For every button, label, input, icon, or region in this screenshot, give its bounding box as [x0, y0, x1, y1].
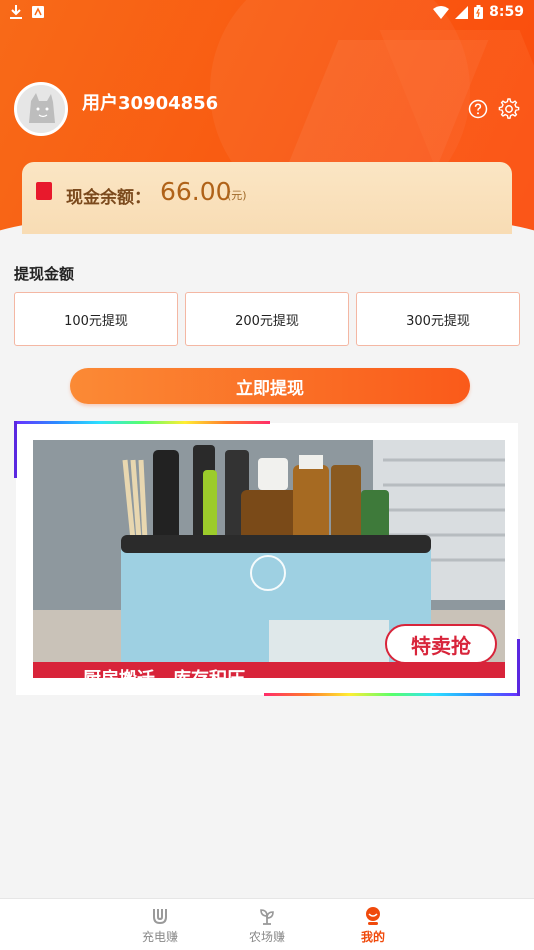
ad-border-decoration — [517, 639, 520, 696]
balance-unit: (元) — [227, 189, 247, 202]
sprout-icon — [260, 908, 274, 925]
withdraw-option-label: 100元提现 — [64, 313, 128, 329]
nav-item-label: 农场赚 — [248, 929, 285, 944]
avatar-cat-icon — [17, 85, 65, 133]
withdraw-title: 提现金额 — [14, 265, 75, 283]
balance-card: 现金余额： 66.00 (元) — [22, 162, 512, 234]
withdraw-option-label: 300元提现 — [406, 313, 470, 329]
notification-icon — [32, 6, 44, 18]
ad-image[interactable]: 特卖抢 厨房搬迁，库存积压 — [33, 440, 505, 678]
nav-item-farm-earn[interactable]: 农场赚 — [227, 899, 307, 950]
help-icon[interactable] — [468, 99, 488, 119]
loading-spinner-icon — [250, 555, 286, 591]
magnet-icon — [153, 908, 167, 924]
nav-item-charge-earn[interactable]: 充电赚 — [120, 899, 200, 950]
withdraw-option-300[interactable]: 300元提现 — [356, 292, 520, 346]
ad-border-decoration — [14, 421, 270, 424]
wallet-icon — [36, 182, 52, 200]
wifi-icon — [433, 5, 450, 19]
status-bar: 8:59 — [0, 0, 534, 24]
user-icon — [366, 906, 380, 925]
signal-icon — [455, 5, 469, 19]
status-time: 8:59 — [489, 4, 524, 20]
username: 用户30904856 — [82, 93, 219, 114]
ad-border-decoration — [14, 421, 17, 478]
avatar[interactable] — [14, 82, 68, 136]
balance-value: 66.00 — [160, 177, 232, 206]
gear-icon[interactable] — [498, 98, 520, 120]
nav-item-mine[interactable]: 我的 — [333, 899, 413, 950]
withdraw-now-button[interactable]: 立即提现 — [70, 368, 470, 404]
withdraw-option-label: 200元提现 — [235, 313, 299, 329]
download-icon — [10, 5, 22, 19]
bottom-nav: 充电赚 农场赚 我的 — [0, 898, 534, 950]
nav-item-label: 我的 — [360, 929, 385, 944]
withdraw-now-label: 立即提现 — [236, 378, 304, 399]
withdraw-option-200[interactable]: 200元提现 — [185, 292, 349, 346]
withdraw-option-100[interactable]: 100元提现 — [14, 292, 178, 346]
nav-item-label: 充电赚 — [141, 929, 178, 944]
ad-caption: 厨房搬迁，库存积压 — [33, 662, 505, 678]
ad-border-decoration — [264, 693, 520, 696]
ad-badge: 特卖抢 — [385, 624, 497, 664]
battery-icon — [474, 5, 484, 19]
balance-label: 现金余额： — [66, 188, 151, 208]
